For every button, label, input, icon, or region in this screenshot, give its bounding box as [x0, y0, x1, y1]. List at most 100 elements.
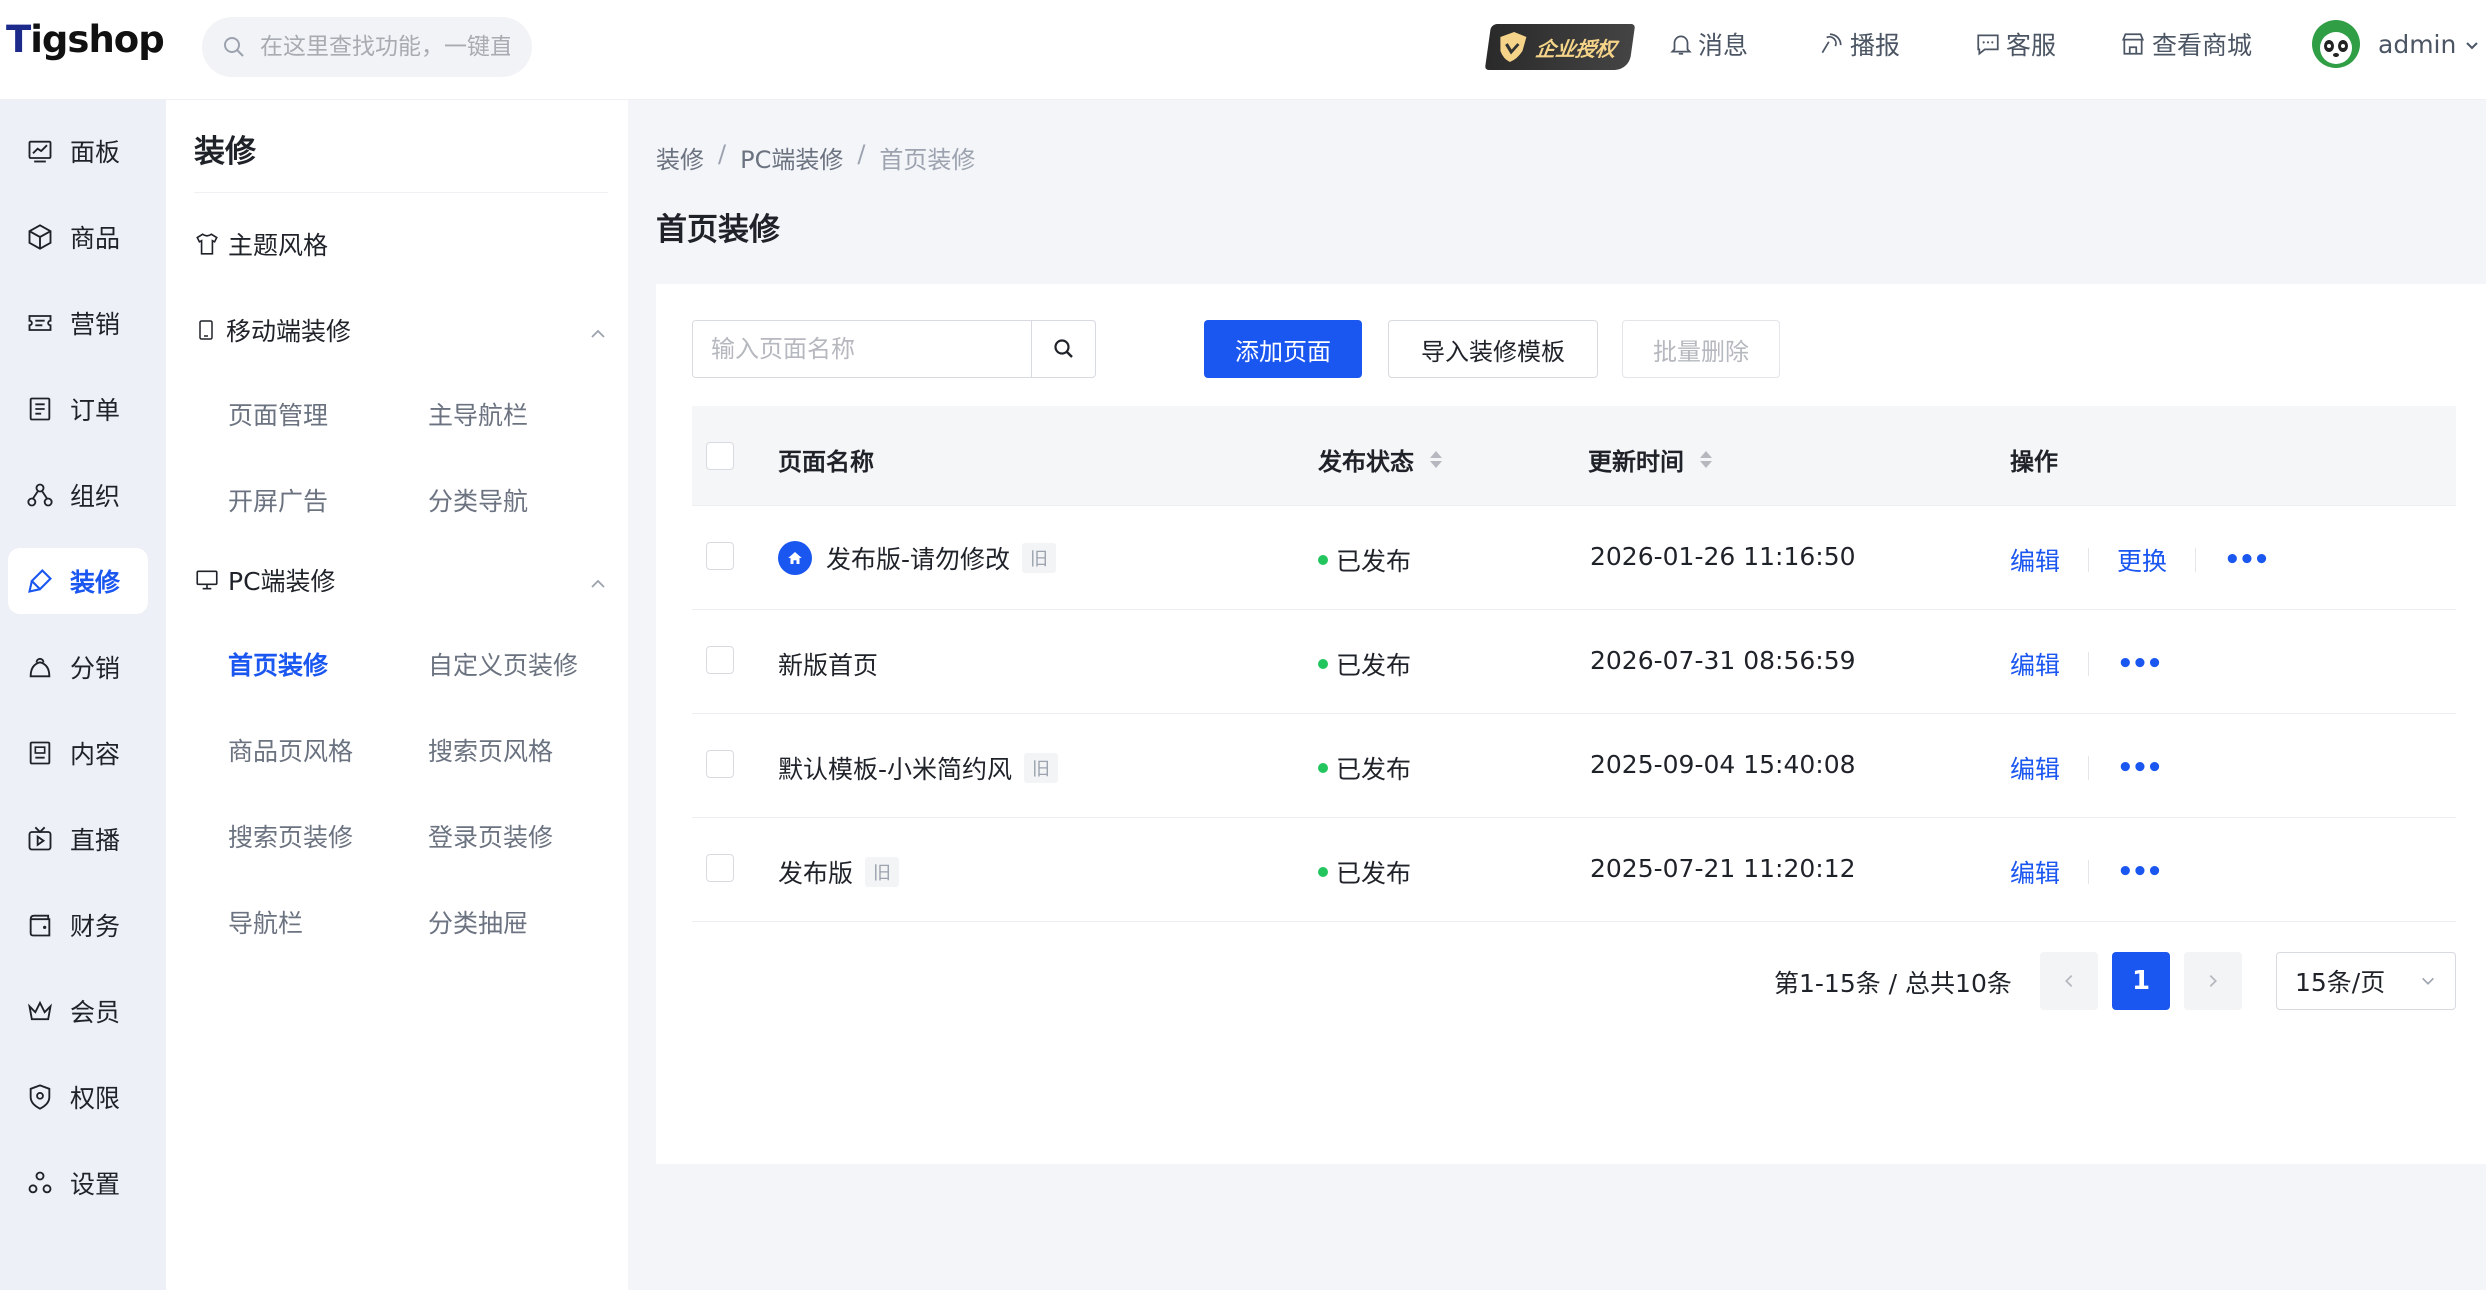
page-name-cell: 新版首页 [778, 646, 878, 682]
page-title: 首页装修 [656, 212, 780, 248]
edit-link[interactable]: 编辑 [2010, 646, 2060, 682]
edit-link[interactable]: 编辑 [2010, 750, 2060, 786]
sidebar-item-permissions[interactable]: 权限 [8, 1064, 148, 1130]
breadcrumb-item[interactable]: 装修 [656, 140, 704, 175]
action-divider [2195, 548, 2197, 572]
sidebar-item-members[interactable]: 会员 [8, 978, 148, 1044]
nav-broadcast[interactable]: 播报 [1816, 26, 1900, 62]
status-text: 已发布 [1336, 651, 1412, 680]
logo[interactable]: Tigshop [6, 18, 165, 61]
sidebar-item-goods[interactable]: 商品 [8, 204, 148, 270]
main-sidebar: 面板 商品 营销 订单 组织 装修 分销 内容 直播 财务 会员 权限 设置 [0, 100, 166, 1290]
row-checkbox[interactable] [706, 646, 734, 674]
nav-service[interactable]: 客服 [1974, 26, 2056, 62]
status-dot [1318, 867, 1328, 877]
pagination-summary: 第1-15条 / 总共10条 [1774, 969, 2012, 998]
table-row: 发布版-请勿修改 旧 已发布 2026-01-26 11:16:50 编辑 更换… [692, 506, 2456, 610]
sidebar-item-content[interactable]: 内容 [8, 720, 148, 786]
sub-link-home-decoration[interactable]: 首页装修 [228, 646, 328, 682]
replace-link[interactable]: 更换 [2117, 542, 2167, 578]
top-bar: Tigshop 企业授权 消息 播报 客服 查看商城 admin [0, 0, 2486, 100]
breadcrumb-separator: / [718, 140, 727, 168]
sub-link-search-decoration[interactable]: 搜索页装修 [228, 818, 353, 854]
column-header-status-label: 发布状态 [1318, 448, 1414, 476]
old-tag: 旧 [1024, 753, 1059, 783]
sub-item-theme[interactable]: 主题风格 [194, 226, 328, 262]
page-search-input[interactable] [693, 321, 1032, 377]
page-name-cell: 发布版 旧 [778, 854, 900, 890]
sub-link-navbar[interactable]: 导航栏 [228, 904, 303, 940]
nav-view-store[interactable]: 查看商城 [2118, 26, 2252, 62]
chevron-up-icon[interactable] [588, 574, 608, 594]
sub-link-login-decoration[interactable]: 登录页装修 [428, 818, 553, 854]
batch-delete-button[interactable]: 批量删除 [1622, 320, 1780, 378]
sidebar-item-distribution[interactable]: 分销 [8, 634, 148, 700]
sub-link-splash-ad[interactable]: 开屏广告 [228, 482, 328, 518]
group-mobile[interactable]: 移动端装修 [194, 312, 351, 348]
sub-sidebar: 装修 主题风格 移动端装修 页面管理 主导航栏 开屏广告 分类导航 PC端装修 … [166, 100, 628, 1290]
sidebar-item-marketing[interactable]: 营销 [8, 290, 148, 356]
avatar[interactable] [2312, 20, 2360, 68]
table-row: 新版首页 已发布 2026-07-31 08:56:59 编辑 ••• [692, 610, 2456, 714]
sidebar-item-label: 会员 [70, 998, 121, 1027]
edit-link[interactable]: 编辑 [2010, 542, 2060, 578]
sidebar-item-label: 装修 [70, 568, 121, 597]
edit-link[interactable]: 编辑 [2010, 854, 2060, 890]
sidebar-item-org[interactable]: 组织 [8, 462, 148, 528]
sidebar-item-dashboard[interactable]: 面板 [8, 118, 148, 184]
page-number-button[interactable]: 1 [2112, 952, 2170, 1010]
sidebar-item-decoration[interactable]: 装修 [8, 548, 148, 614]
select-all-checkbox[interactable] [706, 442, 734, 470]
user-menu[interactable]: admin [2378, 30, 2482, 59]
more-icon[interactable]: ••• [2117, 857, 2163, 887]
home-icon [778, 541, 812, 575]
sub-link-category-drawer[interactable]: 分类抽屉 [428, 904, 528, 940]
row-checkbox[interactable] [706, 854, 734, 882]
sidebar-item-orders[interactable]: 订单 [8, 376, 148, 442]
nav-view-store-label: 查看商城 [2152, 31, 2253, 60]
row-checkbox[interactable] [706, 542, 734, 570]
sidebar-item-settings[interactable]: 设置 [8, 1150, 148, 1216]
shield-icon [29, 1084, 51, 1110]
group-pc-label: PC端装修 [228, 567, 336, 596]
more-icon[interactable]: ••• [2117, 649, 2163, 679]
status-cell: 已发布 [1318, 646, 1411, 682]
row-checkbox[interactable] [706, 750, 734, 778]
sidebar-item-live[interactable]: 直播 [8, 806, 148, 872]
breadcrumb-separator: / [857, 140, 866, 168]
sub-link-custom-page[interactable]: 自定义页装修 [428, 646, 578, 682]
sub-link-page-manage[interactable]: 页面管理 [228, 396, 328, 432]
enterprise-badge[interactable]: 企业授权 [1484, 24, 1636, 70]
more-icon[interactable]: ••• [2224, 545, 2270, 575]
action-divider [2088, 652, 2090, 676]
old-tag: 旧 [1022, 543, 1057, 573]
page-name: 发布版-请勿修改 [826, 545, 1011, 574]
sort-icon[interactable] [1700, 451, 1712, 468]
sub-link-category-nav[interactable]: 分类导航 [428, 482, 528, 518]
column-header-status[interactable]: 发布状态 [1318, 442, 1442, 477]
sub-link-main-nav[interactable]: 主导航栏 [428, 396, 528, 432]
page-size-select[interactable]: 15条/页 [2276, 952, 2456, 1010]
sub-link-search-style[interactable]: 搜索页风格 [428, 732, 553, 768]
breadcrumb-item[interactable]: PC端装修 [740, 140, 843, 175]
import-template-button[interactable]: 导入装修模板 [1388, 320, 1598, 378]
sidebar-item-finance[interactable]: 财务 [8, 892, 148, 958]
more-icon[interactable]: ••• [2117, 753, 2163, 783]
column-header-updated[interactable]: 更新时间 [1588, 442, 1712, 477]
global-search[interactable] [202, 17, 532, 77]
chevron-up-icon[interactable] [588, 324, 608, 344]
group-pc[interactable]: PC端装修 [194, 562, 336, 598]
global-search-input[interactable] [260, 34, 510, 60]
search-icon [224, 37, 244, 57]
content-card: 添加页面 导入装修模板 批量删除 页面名称 发布状态 更新时间 操作 发布版-请… [656, 284, 2486, 1164]
chevron-down-icon [2422, 977, 2434, 985]
sub-link-product-style[interactable]: 商品页风格 [228, 732, 353, 768]
add-page-button[interactable]: 添加页面 [1204, 320, 1362, 378]
broadcast-icon [1821, 33, 1842, 54]
next-page-button[interactable] [2184, 952, 2242, 1010]
sort-icon[interactable] [1430, 451, 1442, 468]
prev-page-button[interactable] [2040, 952, 2098, 1010]
action-divider [2088, 548, 2090, 572]
nav-messages[interactable]: 消息 [1668, 26, 1748, 62]
page-search-button[interactable] [1031, 321, 1095, 377]
